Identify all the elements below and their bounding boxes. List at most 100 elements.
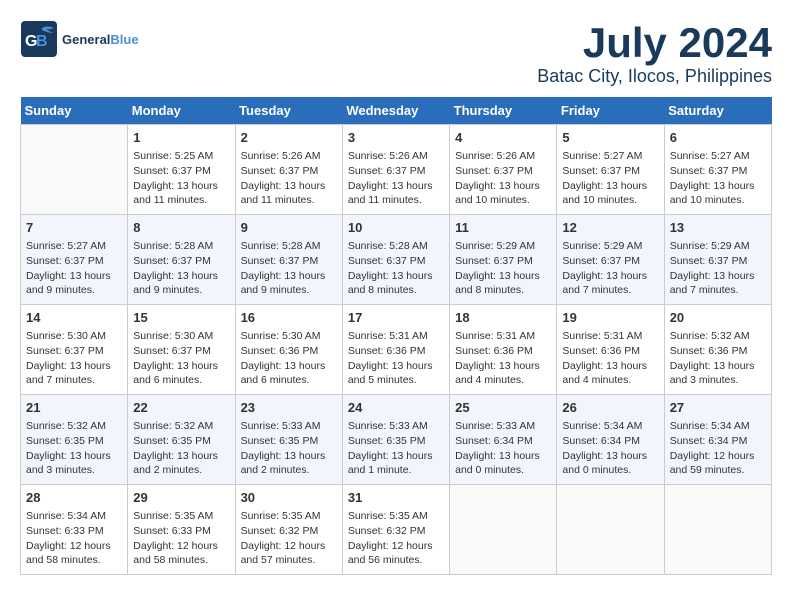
day-number: 13 <box>670 219 766 237</box>
calendar-cell: 29Sunrise: 5:35 AMSunset: 6:33 PMDayligh… <box>128 485 235 575</box>
day-number: 14 <box>26 309 122 327</box>
day-number: 27 <box>670 399 766 417</box>
day-info: Sunrise: 5:26 AMSunset: 6:37 PMDaylight:… <box>241 149 337 208</box>
day-number: 17 <box>348 309 444 327</box>
calendar-cell: 12 Sunrise: 5:29 AMSunset: 6:37 PMDayligh… <box>557 215 664 305</box>
day-info: Sunrise: 5:31 AMSunset: 6:36 PMDaylight:… <box>562 329 658 388</box>
day-number: 3 <box>348 129 444 147</box>
logo-icon: G B <box>20 20 58 58</box>
day-number: 7 <box>26 219 122 237</box>
day-info: Sunrise: 5:26 AMSunset: 6:37 PMDaylight:… <box>348 149 444 208</box>
calendar-cell: 30 Sunrise: 5:35 AMSunset: 6:32 PMDayligh… <box>235 485 342 575</box>
day-number: 20 <box>670 309 766 327</box>
day-info: Sunrise: 5:27 AMSunset: 6:37 PMDaylight:… <box>562 149 658 208</box>
calendar-cell: 14 Sunrise: 5:30 AMSunset: 6:37 PMDayligh… <box>21 305 128 395</box>
day-number: 6 <box>670 129 766 147</box>
calendar-cell: 7 Sunrise: 5:27 AMSunset: 6:37 PMDaylight… <box>21 215 128 305</box>
day-info: Sunrise: 5:30 AMSunset: 6:36 PMDaylight:… <box>241 329 337 388</box>
calendar-header-row: SundayMondayTuesdayWednesdayThursdayFrid… <box>21 97 772 125</box>
calendar-cell: 9 Sunrise: 5:28 AMSunset: 6:37 PMDaylight… <box>235 215 342 305</box>
calendar-cell <box>450 485 557 575</box>
day-info: Sunrise: 5:25 AMSunset: 6:37 PMDaylight:… <box>133 149 229 208</box>
day-number: 21 <box>26 399 122 417</box>
calendar-cell: 17Sunrise: 5:31 AMSunset: 6:36 PMDayligh… <box>342 305 449 395</box>
calendar-cell: 22Sunrise: 5:32 AMSunset: 6:35 PMDayligh… <box>128 395 235 485</box>
day-info: Sunrise: 5:29 AMSunset: 6:37 PMDaylight:… <box>562 239 658 298</box>
day-number: 8 <box>133 219 229 237</box>
day-number: 19 <box>562 309 658 327</box>
week-row-4: 28Sunrise: 5:34 AMSunset: 6:33 PMDayligh… <box>21 485 772 575</box>
calendar-cell: 16 Sunrise: 5:30 AMSunset: 6:36 PMDayligh… <box>235 305 342 395</box>
day-number: 12 <box>562 219 658 237</box>
page-header: G B GeneralBlue July 2024 Batac City, Il… <box>20 20 772 87</box>
day-info: Sunrise: 5:33 AMSunset: 6:34 PMDaylight:… <box>455 419 551 478</box>
title-block: July 2024 Batac City, Ilocos, Philippine… <box>537 20 772 87</box>
logo: G B GeneralBlue <box>20 20 139 58</box>
day-info: Sunrise: 5:30 AMSunset: 6:37 PMDaylight:… <box>26 329 122 388</box>
calendar-cell: 18 Sunrise: 5:31 AMSunset: 6:36 PMDayligh… <box>450 305 557 395</box>
day-info: Sunrise: 5:32 AMSunset: 6:35 PMDaylight:… <box>26 419 122 478</box>
day-number: 30 <box>241 489 337 507</box>
day-info: Sunrise: 5:33 AMSunset: 6:35 PMDaylight:… <box>241 419 337 478</box>
calendar-cell: 19 Sunrise: 5:31 AMSunset: 6:36 PMDayligh… <box>557 305 664 395</box>
day-number: 28 <box>26 489 122 507</box>
day-info: Sunrise: 5:34 AMSunset: 6:34 PMDaylight:… <box>670 419 766 478</box>
day-number: 31 <box>348 489 444 507</box>
week-row-1: 7 Sunrise: 5:27 AMSunset: 6:37 PMDaylight… <box>21 215 772 305</box>
calendar-cell <box>21 125 128 215</box>
header-monday: Monday <box>128 97 235 125</box>
header-wednesday: Wednesday <box>342 97 449 125</box>
day-number: 10 <box>348 219 444 237</box>
day-number: 16 <box>241 309 337 327</box>
day-info: Sunrise: 5:28 AMSunset: 6:37 PMDaylight:… <box>241 239 337 298</box>
location-title: Batac City, Ilocos, Philippines <box>537 66 772 87</box>
day-number: 9 <box>241 219 337 237</box>
calendar-cell: 1Sunrise: 5:25 AMSunset: 6:37 PMDaylight… <box>128 125 235 215</box>
day-number: 18 <box>455 309 551 327</box>
month-title: July 2024 <box>537 20 772 66</box>
day-info: Sunrise: 5:35 AMSunset: 6:32 PMDaylight:… <box>348 509 444 568</box>
day-info: Sunrise: 5:28 AMSunset: 6:37 PMDaylight:… <box>348 239 444 298</box>
calendar-cell: 31 Sunrise: 5:35 AMSunset: 6:32 PMDayligh… <box>342 485 449 575</box>
calendar-cell: 4Sunrise: 5:26 AMSunset: 6:37 PMDaylight… <box>450 125 557 215</box>
calendar-cell: 11Sunrise: 5:29 AMSunset: 6:37 PMDayligh… <box>450 215 557 305</box>
calendar-cell: 2 Sunrise: 5:26 AMSunset: 6:37 PMDaylight… <box>235 125 342 215</box>
header-thursday: Thursday <box>450 97 557 125</box>
day-info: Sunrise: 5:27 AMSunset: 6:37 PMDaylight:… <box>26 239 122 298</box>
header-tuesday: Tuesday <box>235 97 342 125</box>
day-info: Sunrise: 5:34 AMSunset: 6:34 PMDaylight:… <box>562 419 658 478</box>
day-info: Sunrise: 5:33 AMSunset: 6:35 PMDaylight:… <box>348 419 444 478</box>
day-number: 4 <box>455 129 551 147</box>
calendar-cell: 5Sunrise: 5:27 AMSunset: 6:37 PMDaylight… <box>557 125 664 215</box>
calendar-cell: 6Sunrise: 5:27 AMSunset: 6:37 PMDaylight… <box>664 125 771 215</box>
day-number: 29 <box>133 489 229 507</box>
week-row-3: 21 Sunrise: 5:32 AMSunset: 6:35 PMDayligh… <box>21 395 772 485</box>
day-number: 11 <box>455 219 551 237</box>
day-number: 2 <box>241 129 337 147</box>
calendar-cell: 10 Sunrise: 5:28 AMSunset: 6:37 PMDayligh… <box>342 215 449 305</box>
day-number: 24 <box>348 399 444 417</box>
day-number: 26 <box>562 399 658 417</box>
calendar-cell: 28Sunrise: 5:34 AMSunset: 6:33 PMDayligh… <box>21 485 128 575</box>
day-info: Sunrise: 5:32 AMSunset: 6:36 PMDaylight:… <box>670 329 766 388</box>
calendar-cell: 13Sunrise: 5:29 AMSunset: 6:37 PMDayligh… <box>664 215 771 305</box>
week-row-0: 1Sunrise: 5:25 AMSunset: 6:37 PMDaylight… <box>21 125 772 215</box>
calendar-cell: 3 Sunrise: 5:26 AMSunset: 6:37 PMDaylight… <box>342 125 449 215</box>
calendar-cell: 20 Sunrise: 5:32 AMSunset: 6:36 PMDayligh… <box>664 305 771 395</box>
calendar-cell: 8 Sunrise: 5:28 AMSunset: 6:37 PMDaylight… <box>128 215 235 305</box>
calendar-cell: 15Sunrise: 5:30 AMSunset: 6:37 PMDayligh… <box>128 305 235 395</box>
calendar-body: 1Sunrise: 5:25 AMSunset: 6:37 PMDaylight… <box>21 125 772 575</box>
svg-text:B: B <box>36 33 48 50</box>
day-info: Sunrise: 5:30 AMSunset: 6:37 PMDaylight:… <box>133 329 229 388</box>
calendar-cell: 23Sunrise: 5:33 AMSunset: 6:35 PMDayligh… <box>235 395 342 485</box>
calendar-cell: 27 Sunrise: 5:34 AMSunset: 6:34 PMDayligh… <box>664 395 771 485</box>
header-sunday: Sunday <box>21 97 128 125</box>
day-number: 22 <box>133 399 229 417</box>
day-info: Sunrise: 5:35 AMSunset: 6:32 PMDaylight:… <box>241 509 337 568</box>
calendar-table: SundayMondayTuesdayWednesdayThursdayFrid… <box>20 97 772 575</box>
week-row-2: 14 Sunrise: 5:30 AMSunset: 6:37 PMDayligh… <box>21 305 772 395</box>
calendar-cell <box>664 485 771 575</box>
day-number: 25 <box>455 399 551 417</box>
day-info: Sunrise: 5:28 AMSunset: 6:37 PMDaylight:… <box>133 239 229 298</box>
day-info: Sunrise: 5:31 AMSunset: 6:36 PMDaylight:… <box>455 329 551 388</box>
